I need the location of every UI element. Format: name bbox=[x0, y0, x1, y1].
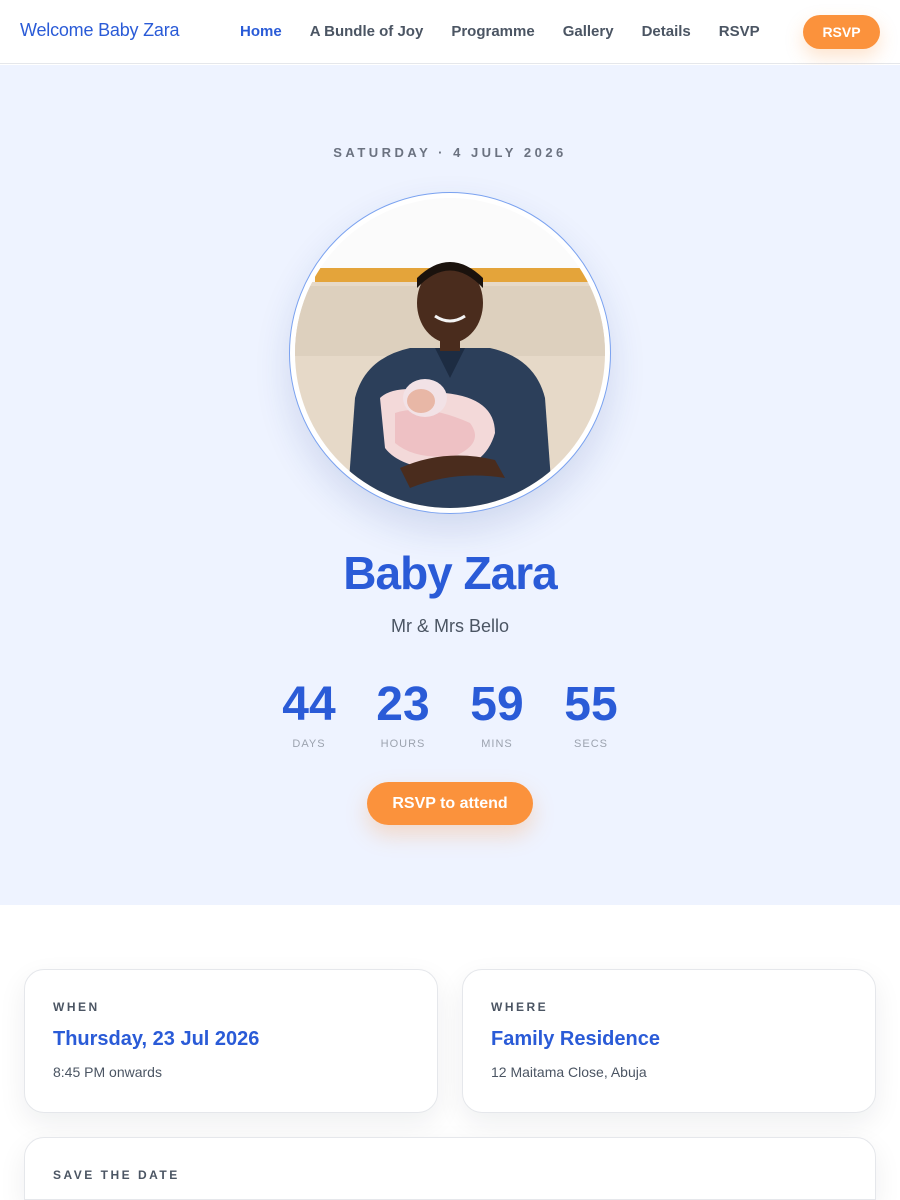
nav-rsvp-button[interactable]: RSVP bbox=[803, 15, 880, 49]
nav-link-gallery[interactable]: Gallery bbox=[563, 23, 614, 40]
when-card: WHEN Thursday, 23 Jul 2026 8:45 PM onwar… bbox=[24, 969, 438, 1113]
when-label: WHEN bbox=[53, 1000, 100, 1014]
photo-illustration bbox=[295, 198, 605, 508]
when-time: 8:45 PM onwards bbox=[53, 1064, 162, 1080]
countdown-timer: 44 DAYS 23 HOURS 59 MINS 55 SECS bbox=[0, 678, 900, 750]
countdown-days-value: 44 bbox=[282, 678, 336, 731]
when-date: Thursday, 23 Jul 2026 bbox=[53, 1028, 260, 1050]
where-venue: Family Residence bbox=[491, 1028, 660, 1050]
hero-section: SATURDAY · 4 JULY 2026 Baby Zara Mr & Mr… bbox=[0, 65, 900, 905]
countdown-secs-value: 55 bbox=[564, 678, 618, 731]
countdown-mins-label: MINS bbox=[481, 738, 513, 750]
countdown-mins-value: 59 bbox=[470, 678, 524, 731]
rsvp-to-attend-button[interactable]: RSVP to attend bbox=[367, 782, 533, 825]
countdown-secs-label: SECS bbox=[574, 738, 608, 750]
nav-link-rsvp[interactable]: RSVP bbox=[719, 23, 760, 40]
nav-link-home[interactable]: Home bbox=[240, 23, 282, 40]
countdown-hours-label: HOURS bbox=[380, 738, 426, 750]
nav-links: Home A Bundle of Joy Programme Gallery D… bbox=[240, 23, 788, 40]
baby-name-title: Baby Zara bbox=[343, 547, 557, 599]
site-brand[interactable]: Welcome Baby Zara bbox=[20, 20, 180, 41]
countdown-days-label: DAYS bbox=[292, 738, 326, 750]
countdown-hours-value: 23 bbox=[376, 678, 430, 731]
top-navbar: Welcome Baby Zara Home A Bundle of Joy P… bbox=[0, 0, 900, 64]
where-address: 12 Maitama Close, Abuja bbox=[491, 1064, 647, 1080]
countdown-mins: 59 MINS bbox=[450, 678, 544, 750]
save-the-date-label: SAVE THE DATE bbox=[53, 1168, 180, 1182]
countdown-hours: 23 HOURS bbox=[356, 678, 450, 750]
hero-photo-frame bbox=[289, 192, 611, 514]
countdown-days: 44 DAYS bbox=[262, 678, 356, 750]
countdown-secs: 55 SECS bbox=[544, 678, 638, 750]
event-date-kicker: SATURDAY · 4 JULY 2026 bbox=[333, 145, 567, 160]
nav-link-programme[interactable]: Programme bbox=[451, 23, 534, 40]
save-the-date-card: SAVE THE DATE bbox=[24, 1137, 876, 1200]
hosts-subtitle: Mr & Mrs Bello bbox=[390, 616, 509, 636]
hero-photo bbox=[295, 198, 605, 508]
nav-link-bundle-of-joy[interactable]: A Bundle of Joy bbox=[310, 23, 424, 40]
nav-link-details[interactable]: Details bbox=[642, 23, 691, 40]
where-card: WHERE Family Residence 12 Maitama Close,… bbox=[462, 969, 876, 1113]
where-label: WHERE bbox=[491, 1000, 549, 1014]
